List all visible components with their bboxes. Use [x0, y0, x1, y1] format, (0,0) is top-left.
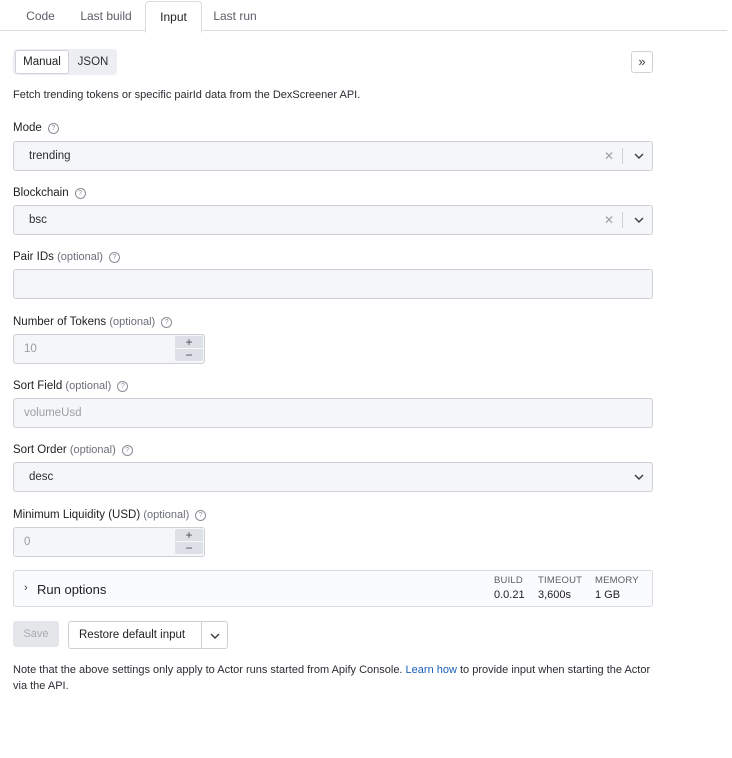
- decrement-icon[interactable]: −: [175, 349, 203, 361]
- chevron-down-icon[interactable]: [634, 206, 644, 234]
- blockchain-value: bsc: [29, 214, 47, 226]
- minimum-liquidity-label: Minimum Liquidity (USD) (optional)?: [13, 509, 207, 521]
- mode-value: trending: [29, 150, 71, 162]
- number-of-tokens-placeholder: 10: [24, 343, 37, 355]
- pair-ids-input[interactable]: [13, 269, 653, 299]
- input-mode-toggle: Manual JSON: [13, 49, 117, 75]
- help-icon[interactable]: ?: [117, 381, 129, 392]
- chevron-right-icon: ›: [24, 582, 28, 594]
- number-of-tokens-label: Number of Tokens (optional)?: [13, 316, 173, 328]
- clear-icon[interactable]: ✕: [604, 142, 614, 170]
- pair-ids-label: Pair IDs (optional)?: [13, 251, 120, 263]
- help-icon[interactable]: ?: [121, 445, 133, 456]
- sort-field-placeholder: volumeUsd: [24, 407, 82, 419]
- decrement-icon[interactable]: −: [175, 542, 203, 554]
- run-options-title: Run options: [37, 582, 107, 597]
- double-chevron-right-icon[interactable]: »: [631, 51, 653, 73]
- learn-how-link[interactable]: Learn how: [406, 664, 457, 676]
- minimum-liquidity-placeholder: 0: [24, 536, 31, 548]
- json-mode-button[interactable]: JSON: [71, 51, 115, 73]
- chevron-down-icon[interactable]: [202, 622, 227, 648]
- increment-icon[interactable]: +: [175, 529, 203, 541]
- sort-field-input[interactable]: volumeUsd: [13, 398, 653, 428]
- select-divider: [622, 148, 623, 164]
- build-info: BUILD 0.0.21: [494, 575, 525, 601]
- help-icon[interactable]: ?: [161, 317, 173, 328]
- sort-order-select[interactable]: desc: [13, 462, 653, 492]
- timeout-info: TIMEOUT 3,600s: [538, 575, 583, 601]
- run-options-panel[interactable]: › Run options BUILD 0.0.21 TIMEOUT 3,600…: [13, 570, 653, 607]
- manual-mode-button[interactable]: Manual: [15, 50, 69, 74]
- help-icon[interactable]: ?: [74, 188, 86, 199]
- chevron-down-icon[interactable]: [634, 463, 644, 491]
- sort-field-label: Sort Field (optional)?: [13, 380, 129, 392]
- memory-info: MEMORY 1 GB: [595, 575, 639, 601]
- help-icon[interactable]: ?: [47, 123, 59, 134]
- mode-label: Mode?: [13, 122, 59, 134]
- tab-last-run[interactable]: Last run: [206, 0, 264, 30]
- mode-select[interactable]: trending ✕: [13, 141, 653, 171]
- help-icon[interactable]: ?: [108, 252, 120, 263]
- minimum-liquidity-input[interactable]: 0 + −: [13, 527, 205, 557]
- increment-icon[interactable]: +: [175, 336, 203, 348]
- clear-icon[interactable]: ✕: [604, 206, 614, 234]
- restore-default-input-button[interactable]: Restore default input: [68, 621, 228, 649]
- help-icon[interactable]: ?: [195, 510, 207, 521]
- number-of-tokens-input[interactable]: 10 + −: [13, 334, 205, 364]
- blockchain-label: Blockchain?: [13, 187, 86, 199]
- tab-code[interactable]: Code: [13, 0, 68, 30]
- tab-last-build[interactable]: Last build: [72, 0, 140, 30]
- sort-order-label: Sort Order (optional)?: [13, 444, 133, 456]
- tab-input[interactable]: Input: [145, 1, 202, 33]
- select-divider: [622, 212, 623, 228]
- actor-description: Fetch trending tokens or specific pairId…: [13, 89, 361, 101]
- chevron-down-icon[interactable]: [634, 142, 644, 170]
- blockchain-select[interactable]: bsc ✕: [13, 205, 653, 235]
- restore-default-input-label[interactable]: Restore default input: [79, 622, 185, 648]
- tab-bar: Code Last build Input Last run: [0, 0, 727, 33]
- settings-note: Note that the above settings only apply …: [13, 664, 651, 692]
- save-button[interactable]: Save: [13, 621, 59, 647]
- sort-order-value: desc: [29, 471, 54, 483]
